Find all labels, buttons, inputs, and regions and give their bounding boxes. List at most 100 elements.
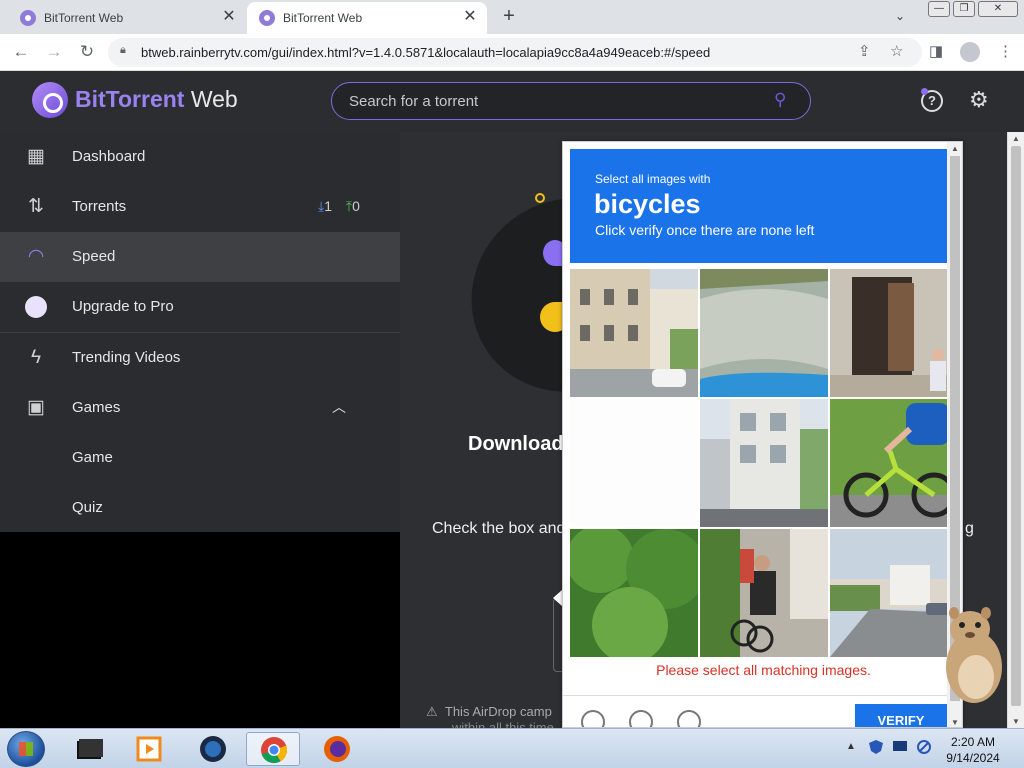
search-icon[interactable]: ⚲	[774, 90, 786, 110]
info-icon[interactable]	[677, 710, 701, 727]
captcha-tile[interactable]	[570, 529, 698, 657]
captcha-tile[interactable]	[700, 399, 828, 527]
shield-icon[interactable]	[868, 740, 884, 754]
monitor-icon[interactable]	[892, 740, 908, 754]
captcha-tile[interactable]	[700, 269, 828, 397]
bittorrent-logo-icon[interactable]	[32, 82, 68, 118]
brand-logo-text[interactable]: BitTorrent Web	[75, 86, 238, 113]
scroll-up-arrow-icon[interactable]: ▲	[1012, 134, 1020, 143]
windows-taskbar: ▲ 2:20 AM 9/14/2024	[0, 728, 1024, 768]
verify-button[interactable]: VERIFY	[855, 704, 947, 727]
captcha-tile[interactable]	[570, 399, 698, 527]
sidebar-item-quiz[interactable]: Quiz	[0, 483, 400, 533]
browser-tab-strip: BitTorrent Web ✕ BitTorrent Web ✕ + ⌄ — …	[0, 0, 1024, 34]
brand-suffix: Web	[190, 86, 238, 112]
audio-challenge-icon[interactable]	[629, 710, 653, 727]
brand-name: BitTorrent	[75, 86, 185, 112]
gear-icon[interactable]: ⚙	[969, 87, 989, 113]
tab-title: BitTorrent Web	[44, 11, 124, 25]
minimize-window-button[interactable]: —	[928, 1, 950, 17]
sidebar-item-label: Torrents	[72, 198, 127, 215]
tile-image-doorway-man	[830, 269, 958, 397]
windows-start-button[interactable]	[7, 731, 45, 767]
system-clock[interactable]: 2:20 AM 9/14/2024	[942, 734, 1004, 766]
airdrop-notice-text: This AirDrop camp	[444, 704, 552, 719]
tile-image-cyclist-road	[830, 399, 958, 527]
tab-search-chevron-icon[interactable]: ⌄	[895, 9, 905, 23]
restore-window-button[interactable]: ❐	[953, 1, 975, 17]
chevron-up-icon[interactable]: ︿	[332, 397, 346, 417]
sidebar-item-games[interactable]: ▣ Games ︿	[0, 383, 400, 433]
address-bar[interactable]: 🔒︎ btweb.rainberrytv.com/gui/index.html?…	[108, 38, 922, 67]
torrent-counts: ⤓1 ⤒0	[318, 198, 360, 215]
sidebar-item-trending-videos[interactable]: ϟ Trending Videos	[0, 333, 400, 383]
captcha-tile[interactable]	[830, 399, 958, 527]
captcha-tile[interactable]	[700, 529, 828, 657]
upload-count: 0	[352, 198, 360, 214]
network-icon[interactable]	[916, 740, 932, 754]
browser-tab[interactable]: BitTorrent Web ✕	[8, 2, 246, 34]
captcha-prompt: Select all images with bicycles Click ve…	[570, 149, 947, 263]
taskbar-app-media-player[interactable]	[122, 732, 176, 766]
chrome-icon	[261, 737, 288, 764]
torrent-search-input[interactable]	[349, 91, 749, 111]
url-text[interactable]: btweb.rainberrytv.com/gui/index.html?v=1…	[141, 45, 710, 60]
sidebar-item-label: Trending Videos	[72, 349, 181, 366]
captcha-tile[interactable]	[830, 269, 958, 397]
instruction-text-tail: g	[965, 520, 974, 537]
app-header: BitTorrent Web ⚲ ? ⚙	[0, 71, 1024, 132]
taskbar-app-firefox[interactable]	[310, 732, 364, 766]
lock-icon[interactable]: 🔒︎	[120, 44, 126, 57]
scroll-up-arrow-icon[interactable]: ▲	[951, 144, 959, 153]
close-tab-icon[interactable]: ✕	[461, 8, 479, 26]
captcha-target-word: bicycles	[594, 189, 701, 219]
share-icon[interactable]: ⇪	[858, 42, 871, 60]
tile-image-apartment-building	[700, 399, 828, 527]
back-arrow-icon[interactable]: ←	[9, 40, 33, 64]
warning-icon: ⚠	[426, 704, 438, 719]
clock-time: 2:20 AM	[950, 735, 996, 749]
sidebar-item-label: Games	[72, 399, 121, 416]
scroll-down-arrow-icon[interactable]: ▼	[1012, 717, 1020, 726]
bittorrent-favicon-icon	[259, 10, 275, 26]
profile-avatar-icon[interactable]	[960, 42, 980, 62]
sidebar-item-label: Speed	[72, 248, 116, 265]
reload-challenge-icon[interactable]	[581, 710, 605, 727]
decorative-ring	[535, 193, 545, 203]
taskbar-app-chrome[interactable]	[246, 732, 300, 766]
notification-dot	[921, 88, 928, 95]
bittorrent-favicon-icon	[20, 10, 36, 26]
sidebar-item-label: Dashboard	[72, 148, 146, 165]
sidebar-item-speed[interactable]: ◠ Speed	[0, 232, 400, 282]
tile-image-street-building	[570, 269, 698, 397]
lightning-video-icon: ϟ	[30, 347, 42, 368]
airdrop-notice: ⚠ This AirDrop camp	[426, 704, 552, 720]
close-window-button[interactable]: ✕	[978, 1, 1018, 17]
new-tab-button[interactable]: +	[497, 6, 521, 28]
browser-tab-active[interactable]: BitTorrent Web ✕	[247, 2, 487, 34]
bookmark-star-icon[interactable]: ☆	[890, 42, 903, 60]
scroll-down-arrow-icon[interactable]: ▼	[951, 718, 959, 727]
forward-arrow-icon[interactable]: →	[42, 40, 66, 64]
scrollbar-thumb[interactable]	[1011, 146, 1021, 706]
sidebar-item-game[interactable]: Game	[0, 433, 400, 483]
side-panel-icon[interactable]: ◨	[929, 42, 943, 60]
captcha-tile[interactable]	[570, 269, 698, 397]
torrent-search-box[interactable]: ⚲	[331, 82, 811, 120]
sidebar-item-upgrade[interactable]: Upgrade to Pro	[0, 282, 400, 332]
close-tab-icon[interactable]: ✕	[220, 8, 238, 26]
reload-icon[interactable]: ↻	[75, 40, 99, 64]
captcha-prompt-small: Select all images with	[595, 172, 711, 186]
sidebar-item-label: Quiz	[72, 499, 103, 516]
menu-kebab-icon[interactable]: ⋮	[998, 42, 1013, 60]
taskbar-app-globe[interactable]	[186, 732, 240, 766]
sidebar-item-torrents[interactable]: ⇅ Torrents ⤓1 ⤒0	[0, 182, 400, 232]
hamster-sticker	[946, 607, 1002, 703]
tray-expand-icon[interactable]: ▲	[846, 741, 856, 752]
dashboard-icon: ▦	[27, 146, 45, 167]
firefox-icon	[324, 736, 350, 762]
clock-date: 9/14/2024	[946, 751, 1000, 765]
taskbar-app-terminal[interactable]	[62, 732, 116, 766]
terminal-app-icon	[77, 739, 103, 759]
sidebar-item-dashboard[interactable]: ▦ Dashboard	[0, 132, 400, 182]
